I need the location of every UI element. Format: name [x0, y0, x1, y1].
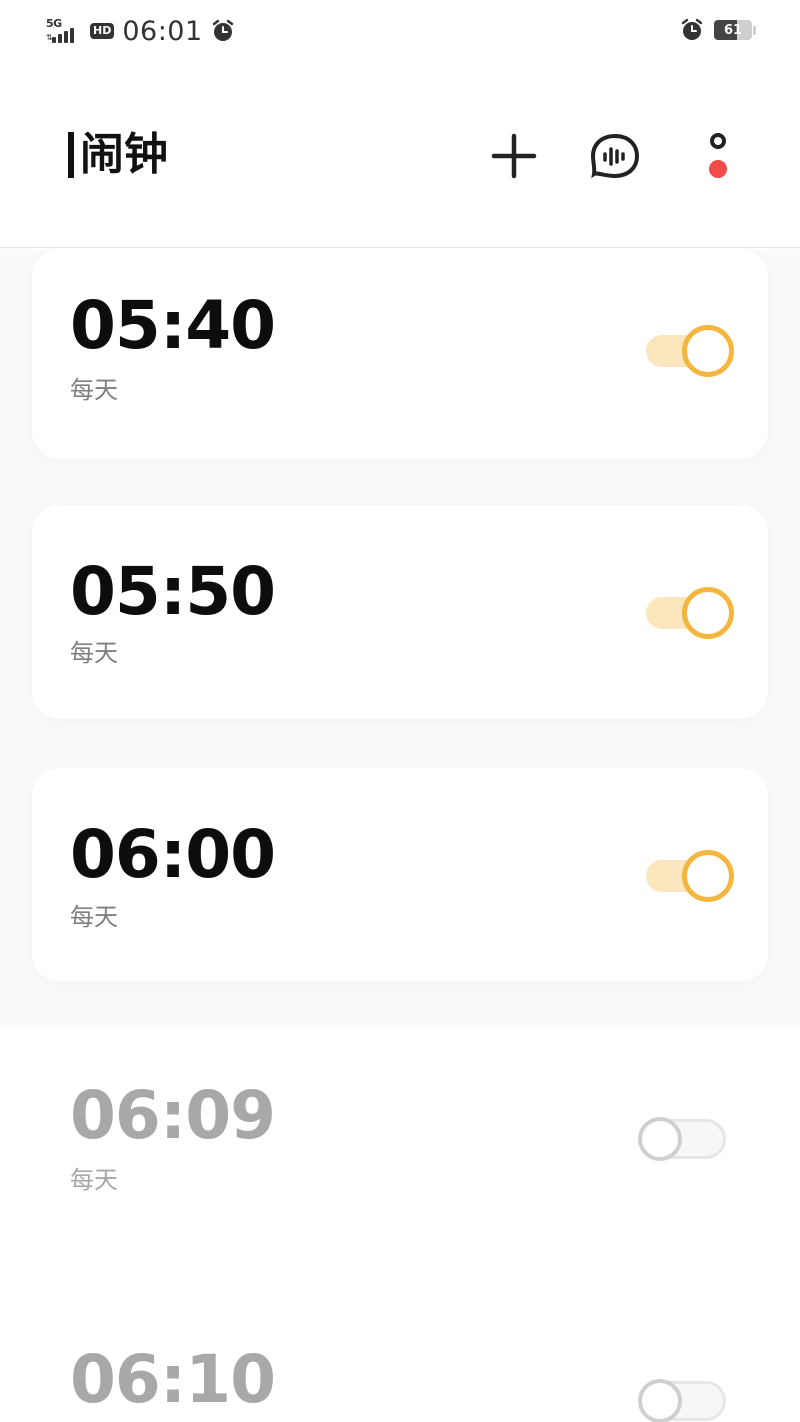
voice-assistant-icon [590, 133, 640, 179]
alarm-toggle[interactable] [638, 1113, 730, 1165]
status-bar: 5G ⇅ HD 06:01 61 [0, 0, 800, 64]
alarm-item[interactable]: 06:00 每天 [32, 768, 768, 982]
alarm-toggle[interactable] [638, 1375, 730, 1422]
alarm-repeat-label: 每天 [70, 1166, 118, 1194]
signal-icon: 5G ⇅ [46, 17, 82, 45]
alarm-repeat-label: 每天 [70, 903, 118, 931]
alarm-repeat-label: 每天 [70, 639, 118, 667]
more-options-button[interactable] [688, 126, 748, 186]
toggle-knob [682, 325, 734, 377]
status-time: 06:01 [122, 15, 203, 47]
page-title: 闹钟 [80, 129, 168, 180]
battery-tip [753, 25, 756, 35]
hd-icon: HD [90, 23, 115, 39]
alarm-time: 06:09 [70, 1077, 276, 1154]
status-right: 61 [680, 18, 756, 42]
app-header: 闹钟 [0, 64, 800, 248]
toggle-knob [682, 850, 734, 902]
alarm-item[interactable]: 06:09 每天 [0, 1027, 800, 1267]
more-icon [709, 133, 727, 178]
alarm-toggle[interactable] [642, 325, 734, 377]
alarm-time: 05:50 [70, 553, 276, 630]
alarm-list[interactable]: 05:40 每天 05:50 每天 06:00 每天 06:09 每天 06:1… [0, 249, 800, 1422]
toggle-knob [682, 587, 734, 639]
signal-bars [52, 28, 74, 43]
alarm-icon [212, 19, 233, 41]
title-wrap: 闹钟 [68, 130, 168, 180]
alarm-toggle[interactable] [642, 850, 734, 902]
alarm-toggle[interactable] [642, 587, 734, 639]
alarm-item[interactable]: 05:50 每天 [32, 505, 768, 719]
voice-assistant-button[interactable] [585, 126, 645, 186]
toggle-knob [638, 1379, 682, 1422]
toggle-knob [638, 1117, 682, 1161]
battery-percent: 61 [723, 22, 743, 38]
alarm-icon [681, 18, 703, 40]
title-accent-bar [68, 132, 74, 178]
alarm-item[interactable]: 06:10 [0, 1267, 800, 1422]
battery-icon: 61 [714, 20, 752, 40]
alarm-repeat-label: 每天 [70, 376, 118, 404]
status-left: 5G ⇅ HD 06:01 [46, 14, 235, 48]
alarm-time: 06:00 [70, 816, 276, 893]
add-alarm-button[interactable] [484, 126, 544, 186]
alarm-time: 05:40 [70, 287, 276, 364]
alarm-item[interactable]: 05:40 每天 [32, 249, 768, 459]
alarm-time: 06:10 [70, 1341, 276, 1418]
add-icon [491, 133, 537, 179]
